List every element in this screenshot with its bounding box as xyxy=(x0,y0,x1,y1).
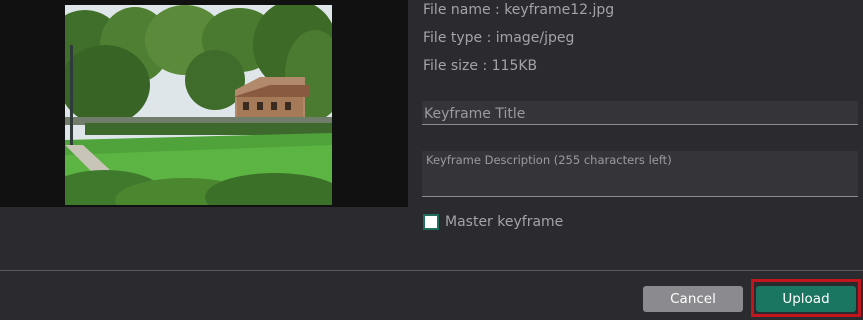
master-keyframe-row[interactable]: Master keyframe xyxy=(423,212,563,232)
upload-button[interactable]: Upload xyxy=(756,286,856,312)
master-keyframe-label: Master keyframe xyxy=(445,214,564,230)
keyframe-preview-image xyxy=(65,5,332,205)
master-keyframe-checkbox[interactable] xyxy=(423,214,439,230)
footer-divider xyxy=(0,270,863,271)
file-type-text: File type : image/jpeg xyxy=(423,30,575,46)
preview-panel xyxy=(0,0,408,207)
file-name-text: File name : keyframe12.jpg xyxy=(423,2,615,18)
keyframe-description-input[interactable] xyxy=(422,151,858,197)
park-photo xyxy=(65,5,332,205)
keyframe-title-input[interactable] xyxy=(422,101,858,125)
file-size-text: File size : 115KB xyxy=(423,58,538,74)
cancel-button[interactable]: Cancel xyxy=(643,286,743,312)
